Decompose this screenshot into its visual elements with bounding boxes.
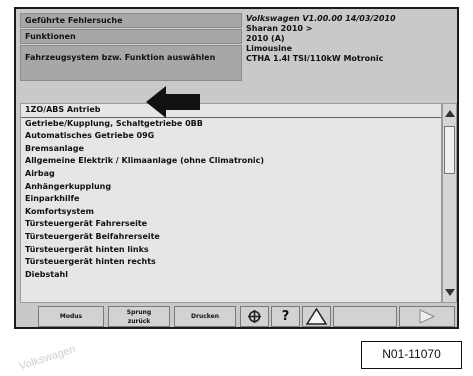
header-left: Geführte Fehlersuche Funktionen Fahrzeug… bbox=[20, 13, 242, 82]
list-item[interactable]: Komfortsystem bbox=[21, 206, 441, 219]
list-item[interactable]: Airbag bbox=[21, 168, 441, 181]
watermark: Volkswagen bbox=[17, 343, 78, 373]
arrow-right-icon bbox=[419, 309, 436, 324]
list-item[interactable]: Einparkhilfe bbox=[21, 193, 441, 206]
header-mode: Geführte Fehlersuche bbox=[20, 13, 242, 28]
print-button[interactable]: Drucken bbox=[174, 306, 236, 327]
figure-reference: N01-11070 bbox=[361, 341, 462, 369]
jump-back-button[interactable]: Sprung zurück bbox=[108, 306, 170, 327]
mode-button[interactable]: Modus bbox=[38, 306, 104, 327]
list-item[interactable]: Allgemeine Elektrik / Klimaanlage (ohne … bbox=[21, 155, 441, 168]
scroll-up-icon[interactable] bbox=[445, 110, 455, 117]
list-item[interactable]: Bremsanlage bbox=[21, 143, 441, 156]
mode-button-label: Modus bbox=[59, 313, 83, 320]
next-button[interactable] bbox=[399, 306, 455, 327]
vehicle-model: Sharan 2010 > bbox=[246, 24, 313, 33]
model-year: 2010 (A) bbox=[246, 34, 285, 43]
warning-button[interactable] bbox=[302, 306, 331, 327]
header-functions: Funktionen bbox=[20, 29, 242, 44]
diagnostic-window: Geführte Fehlersuche Funktionen Fahrzeug… bbox=[14, 7, 459, 329]
brand-version: Volkswagen V1.00.00 14/03/2010 bbox=[246, 14, 396, 23]
pointer-arrow-icon bbox=[146, 86, 200, 118]
tools-icon bbox=[248, 310, 261, 323]
list-item[interactable]: Türsteuergerät Fahrerseite bbox=[21, 218, 441, 231]
header-instruction: Fahrzeugsystem bzw. Funktion auswählen bbox=[20, 45, 242, 81]
scroll-thumb[interactable] bbox=[444, 126, 455, 174]
bottom-toolbar: Modus Sprung zurück Drucken ? bbox=[20, 306, 457, 327]
list-item[interactable]: Anhängerkupplung bbox=[21, 181, 441, 194]
list-item[interactable]: Automatisches Getriebe 09G bbox=[21, 130, 441, 143]
list-item[interactable]: Türsteuergerät hinten links bbox=[21, 244, 441, 257]
back-label: zurück bbox=[127, 318, 151, 325]
list-item[interactable]: Diebstahl bbox=[21, 269, 441, 282]
empty-toolbar-slot bbox=[333, 306, 397, 327]
warning-triangle-icon bbox=[305, 307, 328, 325]
scroll-down-icon[interactable] bbox=[445, 289, 455, 296]
help-button[interactable]: ? bbox=[271, 306, 300, 327]
list-scrollbar[interactable] bbox=[442, 103, 457, 303]
system-list: 1ZO/ABS Antrieb Getriebe/Kupplung, Schal… bbox=[20, 103, 442, 303]
list-item[interactable]: 1ZO/ABS Antrieb bbox=[21, 104, 441, 118]
engine-code: CTHA 1.4l TSI/110kW Motronic bbox=[246, 54, 384, 63]
help-icon: ? bbox=[281, 309, 290, 324]
list-item[interactable]: Türsteuergerät Beifahrerseite bbox=[21, 231, 441, 244]
go-to-button[interactable] bbox=[240, 306, 269, 327]
list-item[interactable]: Türsteuergerät hinten rechts bbox=[21, 256, 441, 269]
list-item[interactable]: Getriebe/Kupplung, Schaltgetriebe 0BB bbox=[21, 118, 441, 131]
print-button-label: Drucken bbox=[191, 313, 219, 320]
vehicle-info: Volkswagen V1.00.00 14/03/2010 Sharan 20… bbox=[246, 13, 454, 103]
body-type: Limousine bbox=[246, 44, 292, 53]
jump-label: Sprung bbox=[126, 309, 152, 316]
